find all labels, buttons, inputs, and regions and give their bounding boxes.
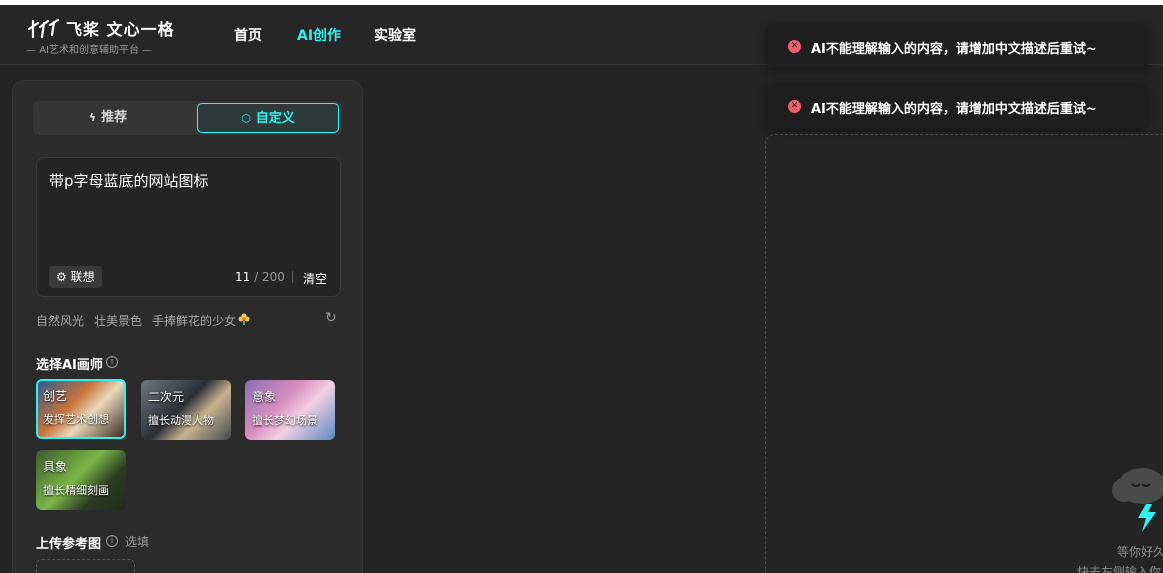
tab-custom[interactable]: ⬡ 自定义: [197, 103, 339, 133]
empty-state-line2: 快去左侧输入你: [1077, 565, 1162, 573]
card-desc: 擅长精细刻画: [43, 484, 109, 497]
prompt-text[interactable]: 带p字母蓝底的网站图标: [49, 170, 209, 191]
painter-card-yixiang[interactable]: 意象 擅长梦幻场景: [245, 380, 335, 440]
brand-subtitle: — AI艺术和创意辅助平台 —: [26, 45, 153, 56]
toast-message: AI不能理解输入的内容，请增加中文描述后重试~: [811, 102, 1097, 117]
card-desc: 发挥艺术创想: [43, 413, 109, 426]
card-name: 二次元: [148, 390, 185, 404]
card-name: 具象: [43, 460, 68, 474]
refresh-icon[interactable]: ↻: [325, 310, 337, 326]
painter-section-title: 选择AI画师: [36, 358, 103, 373]
suggestion-tag[interactable]: 壮美景色: [94, 312, 142, 329]
error-toast: ✕ AI不能理解输入的内容，请增加中文描述后重试~: [767, 84, 1147, 128]
error-icon: ✕: [788, 100, 801, 113]
card-name: 意象: [252, 390, 277, 404]
nav-ai-create[interactable]: AI创作: [297, 25, 341, 45]
painter-card-chuangyi[interactable]: 创艺 发挥艺术创想: [36, 379, 126, 439]
error-toast: ✕ AI不能理解输入的内容，请增加中文描述后重试~: [767, 24, 1147, 68]
card-desc: 擅长动漫人物: [148, 414, 214, 427]
upload-dropzone[interactable]: [36, 559, 135, 573]
nav-lab[interactable]: 实验室: [374, 25, 416, 45]
upload-section-title: 上传参考图: [36, 537, 102, 552]
char-counter: 11 / 200: [235, 270, 285, 284]
card-desc: 擅长梦幻场景: [252, 414, 318, 427]
nav-home[interactable]: 首页: [234, 25, 262, 45]
tab-recommend[interactable]: ϟ 推荐: [37, 103, 179, 133]
optional-label: 选填: [125, 535, 150, 549]
cube-icon: ⬡: [241, 112, 251, 125]
painter-card-erciyuan[interactable]: 二次元 擅长动漫人物: [141, 380, 231, 440]
info-icon[interactable]: i: [106, 356, 118, 368]
toast-message: AI不能理解输入的内容，请增加中文描述后重试~: [811, 42, 1097, 57]
mode-switch: ϟ 推荐 ⬡ 自定义: [33, 101, 342, 135]
prompt-input[interactable]: 带p字母蓝底的网站图标 ⚙ 联想 11 / 200 清空: [36, 157, 341, 297]
suggestion-tag[interactable]: 自然风光: [36, 312, 84, 329]
clear-button[interactable]: 清空: [303, 270, 327, 287]
cube-icon: ⚙: [56, 270, 67, 284]
result-canvas-area: [765, 134, 1163, 573]
divider: [292, 271, 293, 283]
flower-icon: [238, 313, 250, 325]
error-icon: ✕: [788, 40, 801, 53]
associate-button[interactable]: ⚙ 联想: [49, 266, 102, 288]
painter-card-juxiang[interactable]: 具象 擅长精细刻画: [36, 450, 126, 510]
brand-title: 飞桨 文心一格: [66, 20, 175, 39]
suggestion-tag[interactable]: 手捧鲜花的少女: [152, 312, 236, 329]
empty-state-line1: 等你好久: [1117, 545, 1163, 559]
info-icon[interactable]: i: [106, 535, 118, 547]
card-name: 创艺: [43, 389, 68, 403]
cloud-lightning-icon: [1112, 468, 1163, 532]
lightning-icon: ϟ: [88, 111, 97, 124]
paddle-logo-icon: [27, 18, 60, 39]
